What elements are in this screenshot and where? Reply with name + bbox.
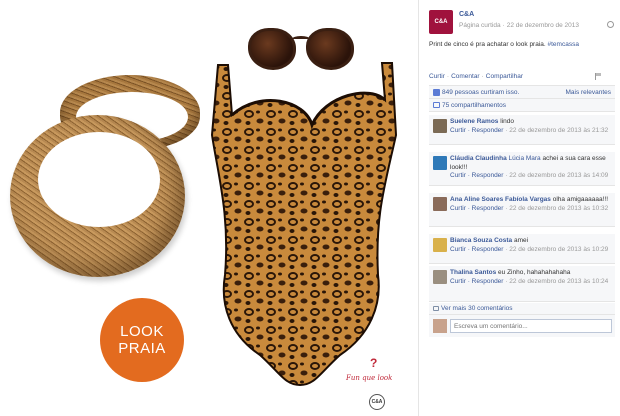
brand-watermark: ? Fun que look C&A: [338, 356, 416, 412]
comment-item: Bianca Souza Costa amei Curtir · Respond…: [429, 234, 615, 264]
caption-text: Print de cinco é pra achatar o look prai…: [429, 41, 548, 48]
shares-row: 75 compartilhamentos: [429, 99, 615, 112]
comment-time[interactable]: 22 de dezembro de 2013 às 10:24: [509, 278, 608, 285]
comment-text: amei: [513, 237, 529, 244]
look-praia-badge: LOOK PRAIA: [100, 298, 184, 382]
comment-time[interactable]: 22 de dezembro de 2013 às 21:32: [509, 127, 608, 134]
comment-like-reply-links[interactable]: Curtir · Responder: [450, 205, 503, 212]
ca-logo: C&A: [369, 394, 385, 410]
comment-text: eu Zinho, hahahahahaha: [498, 269, 571, 276]
likes-row: 849 pessoas curtiram isso. Mais relevant…: [429, 86, 615, 99]
comment-author-link[interactable]: Ana Aline Soares Fabíola Vargas: [450, 196, 551, 203]
flag-icon[interactable]: [595, 73, 601, 80]
leopard-swimsuit: [200, 55, 410, 390]
page-name-link[interactable]: C&A: [459, 11, 474, 18]
post-side-panel: C&A C&A Página curtida · 22 de dezembro de…: [418, 0, 620, 416]
comment-item: Ana Aline Soares Fabíola Vargas olha ami…: [429, 193, 615, 227]
comment-author-link[interactable]: Bianca Souza Costa: [450, 237, 512, 244]
comment-item: Suelene Ramos lindo Curtir · Responder ·…: [429, 115, 615, 145]
comment-text: olha amigaaaaaa!!!: [552, 196, 609, 203]
comment-like-reply-links[interactable]: Curtir · Responder: [450, 278, 503, 285]
comment-item: Cláudia Claudinha Lúcia Mara achei a sua…: [429, 152, 615, 186]
badge-line-2: PRAIA: [118, 340, 166, 357]
commenter-avatar[interactable]: [433, 270, 447, 284]
comment-item: Thalina Santos eu Zinho, hahahahahaha Cu…: [429, 266, 615, 302]
comment-like-reply-links[interactable]: Curtir · Responder: [450, 246, 503, 253]
post-actions: Curtir · Comentar · Compartilhar: [429, 73, 523, 80]
current-user-avatar: [433, 319, 447, 333]
question-mark-icon: ?: [370, 356, 378, 370]
comment-time[interactable]: 22 de dezembro de 2013 às 10:32: [509, 205, 608, 212]
comment-author-link[interactable]: Thalina Santos: [450, 269, 496, 276]
view-more-comments-label: Ver mais 30 comentários: [441, 305, 513, 312]
commenter-avatar[interactable]: [433, 156, 447, 170]
thumbs-up-icon: [433, 88, 440, 96]
post-date-link[interactable]: 22 de dezembro de 2013: [507, 22, 579, 29]
feedback-box: 849 pessoas curtiram isso. Mais relevant…: [429, 85, 615, 112]
watermark-text: Fun que look: [346, 374, 393, 382]
post-caption: Print de cinco é pra achatar o look prai…: [429, 40, 615, 49]
globe-icon: [607, 21, 614, 28]
badge-line-1: LOOK: [120, 323, 164, 340]
most-relevant-dropdown[interactable]: Mais relevantes: [565, 89, 611, 96]
comment-time[interactable]: 22 de dezembro de 2013 às 14:09: [509, 172, 608, 179]
comment-bubble-icon: [433, 306, 439, 311]
share-link[interactable]: Compartilhar: [486, 73, 523, 80]
hashtag-link[interactable]: #temcassa: [548, 41, 579, 48]
comment-like-reply-links[interactable]: Curtir · Responder: [450, 127, 503, 134]
comment-input[interactable]: [450, 319, 612, 333]
commenter-avatar[interactable]: [433, 238, 447, 252]
page-type: Página curtida: [459, 22, 501, 29]
post-subtitle: Página curtida · 22 de dezembro de 2013: [459, 22, 580, 29]
comment-text: lindo: [500, 118, 514, 125]
comment-time[interactable]: 22 de dezembro de 2013 às 10:29: [509, 246, 608, 253]
commenter-avatar[interactable]: [433, 197, 447, 211]
comment-author-link[interactable]: Cláudia Claudinha: [450, 155, 507, 162]
shares-count-link[interactable]: 75 compartilhamentos: [442, 102, 506, 109]
post-header: C&A C&A Página curtida · 22 de dezembro de…: [429, 10, 619, 36]
comment-like-reply-links[interactable]: Curtir · Responder: [450, 172, 503, 179]
commenter-avatar[interactable]: [433, 119, 447, 133]
likes-count-link[interactable]: 849 pessoas curtiram isso.: [442, 89, 519, 96]
page-avatar[interactable]: C&A: [429, 10, 453, 34]
write-comment-row: [429, 315, 615, 337]
comment-link[interactable]: Comentar: [451, 73, 480, 80]
comment-author-link[interactable]: Suelene Ramos: [450, 118, 498, 125]
post-photo[interactable]: LOOK PRAIA ? Fun que look C&A: [0, 0, 418, 416]
like-link[interactable]: Curtir: [429, 73, 445, 80]
share-icon: [433, 102, 440, 108]
comment-mention-link[interactable]: Lúcia Mara: [509, 155, 541, 162]
view-more-comments-link[interactable]: Ver mais 30 comentários: [429, 303, 615, 315]
